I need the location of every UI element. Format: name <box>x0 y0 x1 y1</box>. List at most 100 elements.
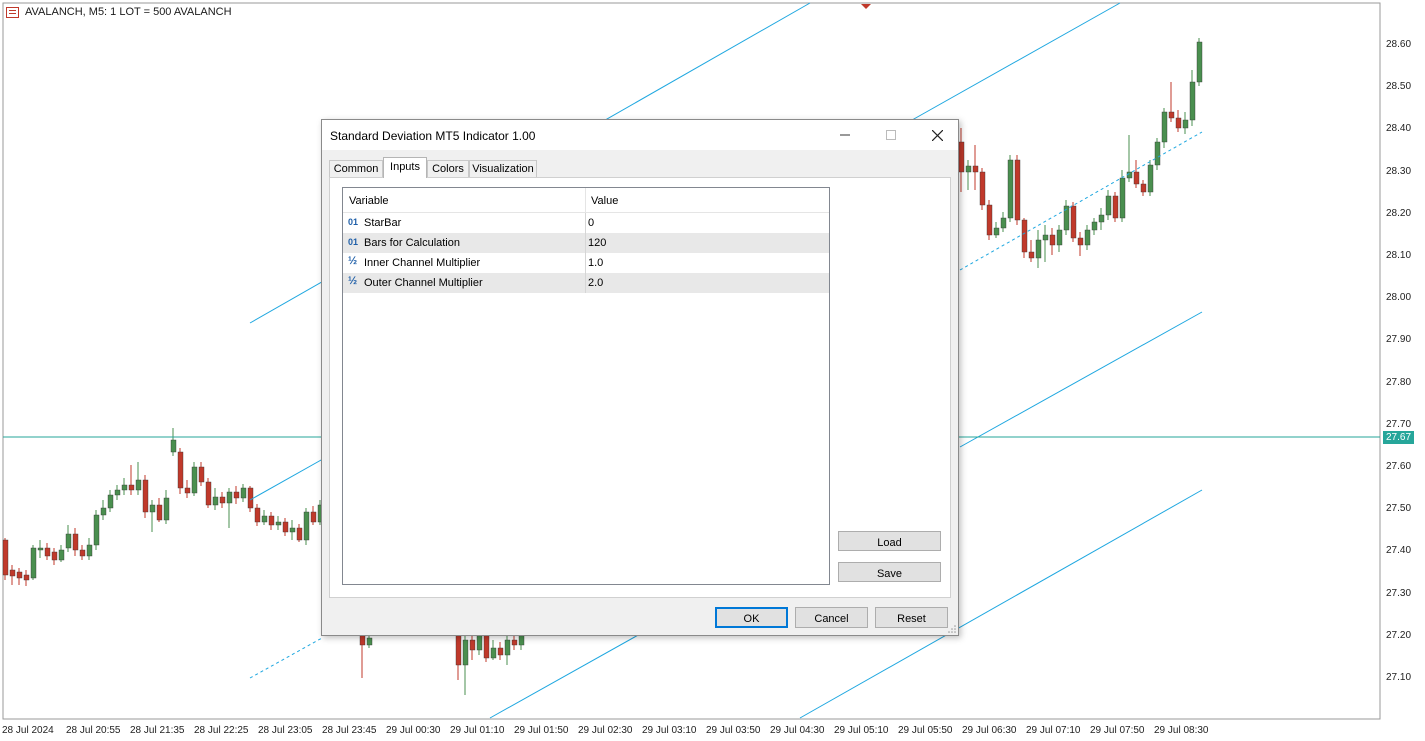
candle-body <box>979 171 986 206</box>
price-axis-label: 28.10 <box>1386 250 1412 261</box>
price-axis-label: 28.30 <box>1386 165 1412 177</box>
candle-body <box>1014 159 1021 221</box>
minimize-button[interactable] <box>822 120 868 150</box>
ok-button[interactable]: OK <box>715 607 788 628</box>
candle-body <box>972 165 979 173</box>
chart-symbol-info: AVALANCH, M5: 1 LOT = 500 AVALANCH <box>25 6 232 18</box>
candle-body <box>219 496 226 504</box>
candle-body <box>1140 183 1147 193</box>
time-axis-label: 29 Jul 05:10 <box>834 725 889 736</box>
time-axis-label: 29 Jul 00:30 <box>386 725 441 736</box>
candle-body <box>1049 234 1056 246</box>
candle-body <box>51 551 58 561</box>
tab-visualization[interactable]: Visualization <box>469 160 537 177</box>
minimize-icon <box>840 134 850 136</box>
candle-body <box>1035 239 1042 259</box>
candle-body <box>156 504 163 521</box>
price-axis-label: 27.90 <box>1386 334 1412 346</box>
save-button[interactable]: Save <box>838 562 941 582</box>
candle-body <box>37 547 44 551</box>
candle-body <box>233 491 240 499</box>
candle-body <box>282 521 289 533</box>
candle-body <box>462 639 469 666</box>
input-value[interactable]: 120 <box>588 237 606 249</box>
current-price-tag: 27.67 <box>1383 431 1414 444</box>
input-value[interactable]: 1.0 <box>588 257 603 269</box>
candle-body <box>58 549 65 561</box>
tab-inputs[interactable]: Inputs <box>383 157 427 178</box>
cell-separator <box>585 253 586 273</box>
input-row-inner-channel-multiplier[interactable]: ½ Inner Channel Multiplier 1.0 <box>343 253 829 273</box>
candle-body <box>107 494 114 509</box>
input-name: StarBar <box>364 217 402 229</box>
candle-body <box>1161 111 1168 143</box>
double-type-icon: ½ <box>348 255 358 267</box>
column-variable[interactable]: Variable <box>349 195 389 207</box>
maximize-icon <box>886 130 896 140</box>
cell-separator <box>585 213 586 233</box>
candle-body <box>205 481 212 506</box>
candle-body <box>86 544 93 557</box>
cell-separator <box>585 273 586 293</box>
close-button[interactable] <box>914 120 960 150</box>
candle-body <box>2 539 9 576</box>
candle-body <box>518 634 525 646</box>
price-axis-label: 27.70 <box>1386 418 1412 430</box>
candle-body <box>289 527 296 533</box>
candle-body <box>1084 229 1091 246</box>
cancel-button[interactable]: Cancel <box>795 607 868 628</box>
candle-body <box>30 547 37 579</box>
price-axis-label: 27.40 <box>1386 545 1412 557</box>
candle-body <box>1168 111 1175 119</box>
column-separator[interactable] <box>585 188 586 212</box>
input-name: Inner Channel Multiplier <box>364 257 481 269</box>
candle-body <box>1147 164 1154 193</box>
candle-body <box>1196 41 1203 83</box>
column-value[interactable]: Value <box>591 195 618 207</box>
candle-body <box>149 504 156 513</box>
dialog-titlebar[interactable]: Standard Deviation MT5 Indicator 1.00 <box>322 120 958 150</box>
candle-body <box>1133 171 1140 185</box>
candle-body <box>177 451 184 489</box>
double-type-icon: ½ <box>348 275 358 287</box>
candle-body <box>497 647 504 656</box>
inputs-grid: Variable Value 01 StarBar 0 01 Bars for … <box>342 187 830 585</box>
candle-body <box>993 227 1000 236</box>
time-axis-label: 29 Jul 08:30 <box>1154 725 1209 736</box>
price-axis-label: 27.80 <box>1386 376 1412 388</box>
price-axis-label: 27.50 <box>1386 503 1412 515</box>
candle-body <box>23 574 30 581</box>
input-row-bars-for-calculation[interactable]: 01 Bars for Calculation 120 <box>343 233 829 253</box>
price-axis-label: 28.60 <box>1386 39 1412 50</box>
candle-body <box>986 204 993 236</box>
reset-button[interactable]: Reset <box>875 607 948 628</box>
input-value[interactable]: 0 <box>588 217 594 229</box>
candle-body <box>303 511 310 541</box>
candle-body <box>1098 214 1105 223</box>
price-axis-label: 27.20 <box>1386 629 1412 641</box>
price-axis-label: 28.50 <box>1386 81 1412 93</box>
time-axis-label: 29 Jul 04:30 <box>770 725 825 736</box>
input-value[interactable]: 2.0 <box>588 277 603 289</box>
candle-body <box>9 569 16 577</box>
resize-grip-icon[interactable] <box>948 625 956 633</box>
candle-body <box>93 514 100 546</box>
load-button[interactable]: Load <box>838 531 941 551</box>
candle-body <box>240 487 247 499</box>
candle-body <box>1119 177 1126 219</box>
time-axis-label: 29 Jul 06:30 <box>962 725 1017 736</box>
candle-body <box>226 491 233 504</box>
time-axis-label: 29 Jul 05:50 <box>898 725 953 736</box>
input-row-starbar[interactable]: 01 StarBar 0 <box>343 213 829 233</box>
candle-body <box>965 165 972 173</box>
candle-body <box>261 515 268 523</box>
time-axis-label: 28 Jul 23:05 <box>258 725 313 736</box>
candle-body <box>483 634 490 659</box>
tab-colors[interactable]: Colors <box>427 160 469 177</box>
candle-body <box>1077 237 1084 246</box>
price-axis-label: 27.10 <box>1386 672 1412 683</box>
maximize-button[interactable] <box>868 120 914 150</box>
tab-common[interactable]: Common <box>329 160 383 177</box>
input-row-outer-channel-multiplier[interactable]: ½ Outer Channel Multiplier 2.0 <box>343 273 829 293</box>
candle-body <box>1070 205 1077 239</box>
